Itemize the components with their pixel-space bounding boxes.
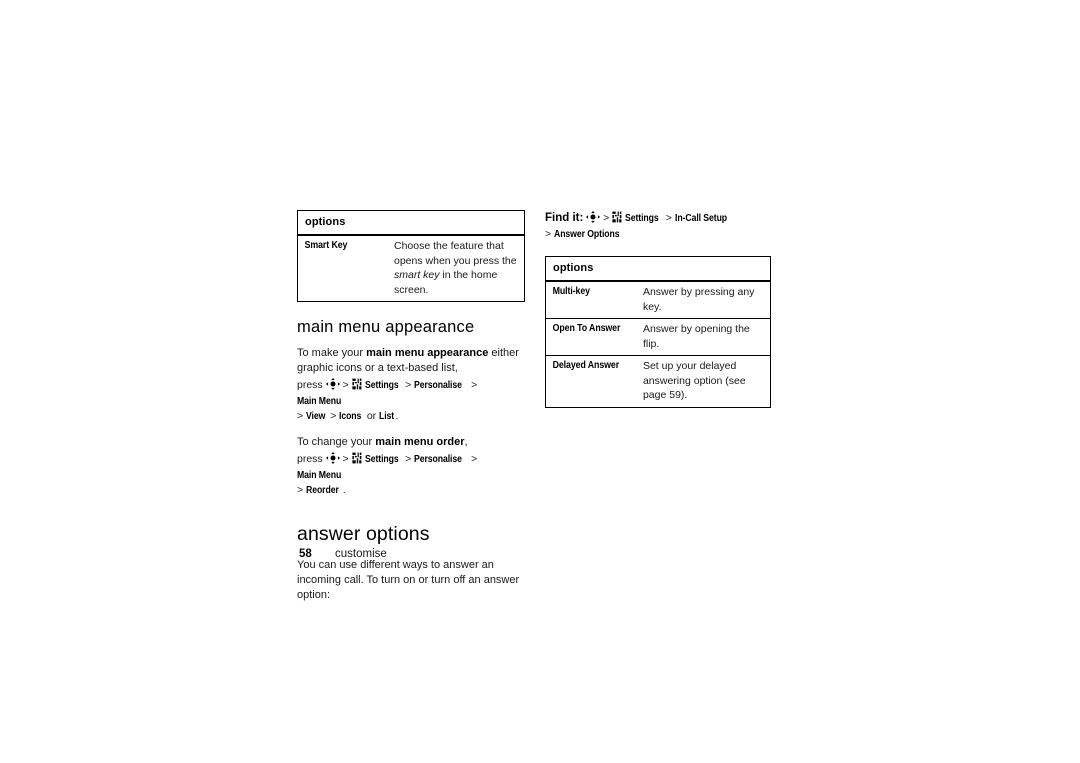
desc-text-before: Choose the feature that opens when you p…: [394, 240, 517, 267]
menu-item-reorder[interactable]: Reorder: [306, 484, 339, 499]
option-description: Answer by opening the flip.: [635, 318, 771, 356]
menu-item-icons[interactable]: Icons: [339, 410, 361, 425]
table-header-row: options: [545, 256, 771, 283]
paragraph-answer-options: You can use different ways to answer an …: [297, 558, 520, 601]
menu-path-reorder: press > Settings > Personalise > Main Me…: [297, 452, 525, 499]
left-column: options Smart Key Choose the feature tha…: [297, 210, 525, 603]
find-it-path: Find it: > Settings > In-Call Setup > An…: [545, 211, 727, 242]
option-description: Set up your delayed answering option (se…: [635, 355, 771, 408]
table-row: Multi-key Answer by pressing any key.: [545, 280, 771, 319]
page-footer: 58 customise: [299, 548, 387, 560]
press-word: press: [297, 379, 323, 392]
option-name-delayed-answer: Delayed Answer: [545, 355, 626, 408]
navigation-key-icon: [325, 378, 340, 391]
para2-text-bold: main menu order: [375, 435, 465, 448]
option-name-smart-key: Smart Key: [297, 234, 377, 302]
settings-menu-icon: [351, 378, 362, 390]
para2-text-before: To change your: [297, 435, 376, 448]
find-it-label: Find it:: [545, 212, 584, 224]
path-period: .: [395, 410, 399, 423]
menu-item-personalise[interactable]: Personalise: [414, 379, 462, 394]
paragraph-main-menu-appearance: To make your main menu appearance either…: [297, 346, 525, 376]
menu-item-list[interactable]: List: [379, 410, 394, 425]
table-row: Delayed Answer Set up your delayed answe…: [545, 355, 771, 408]
navigation-key-icon: [586, 211, 601, 223]
menu-path-view: press > Settings > Personalise > Main Me…: [297, 378, 525, 425]
table-row: Open To Answer Answer by opening the fli…: [545, 318, 771, 356]
menu-item-settings[interactable]: Settings: [625, 211, 659, 226]
press-word-2: press: [297, 453, 323, 466]
table-header-row: options: [297, 210, 525, 237]
page-section-label: customise: [335, 548, 387, 560]
para-text-bold: main menu appearance: [366, 347, 489, 360]
settings-menu-icon: [351, 452, 362, 464]
smart-key-options-table: options Smart Key Choose the feature tha…: [297, 210, 525, 303]
menu-item-view[interactable]: View: [306, 410, 325, 425]
menu-item-main-menu[interactable]: Main Menu: [297, 395, 341, 410]
menu-item-answer-options[interactable]: Answer Options: [554, 227, 620, 242]
para-text-before: To make your: [297, 347, 367, 360]
paragraph-main-menu-order: To change your main menu order,: [297, 435, 525, 450]
or-word: or: [366, 410, 377, 423]
path-period-2: .: [342, 484, 346, 497]
manual-page: options Smart Key Choose the feature tha…: [0, 0, 1080, 763]
menu-item-in-call-setup[interactable]: In-Call Setup: [675, 211, 727, 226]
option-name-multi-key: Multi-key: [545, 280, 626, 319]
heading-answer-options: answer options: [297, 522, 430, 545]
para2-text-after: ,: [464, 435, 468, 448]
table-header-label: options: [545, 256, 771, 283]
answer-options-table: options Multi-key Answer by pressing any…: [545, 256, 771, 408]
right-column: Find it: > Settings > In-Call Setup > An…: [545, 210, 771, 408]
table-row: Smart Key Choose the feature that opens …: [297, 234, 525, 302]
desc-text-italic: smart key: [394, 269, 440, 282]
menu-item-settings[interactable]: Settings: [365, 379, 399, 394]
table-header-label: options: [297, 210, 525, 237]
option-name-open-to-answer: Open To Answer: [545, 318, 626, 356]
menu-item-main-menu[interactable]: Main Menu: [297, 469, 341, 484]
menu-item-settings[interactable]: Settings: [365, 453, 399, 468]
navigation-key-icon: [325, 452, 340, 465]
option-description: Answer by pressing any key.: [635, 280, 771, 319]
page-number: 58: [299, 548, 312, 560]
settings-menu-icon: [612, 211, 622, 223]
menu-item-personalise[interactable]: Personalise: [414, 453, 462, 468]
heading-main-menu-appearance: main menu appearance: [297, 318, 475, 337]
option-description: Choose the feature that opens when you p…: [387, 234, 525, 302]
